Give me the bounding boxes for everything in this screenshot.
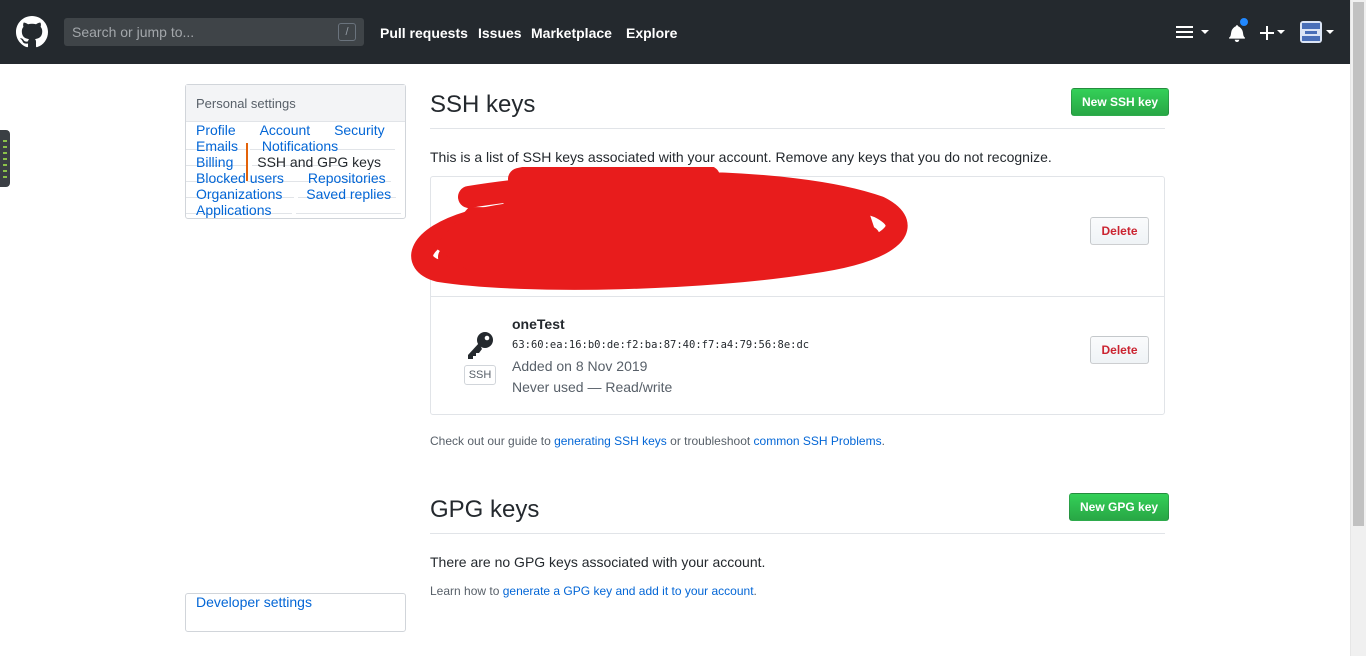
ssh-intro-text: This is a list of SSH keys associated wi… xyxy=(430,149,1052,165)
gpg-learn-text: Learn how to generate a GPG key and add … xyxy=(430,584,757,598)
key-usage: Never used — Read/write xyxy=(512,379,673,395)
ssh-key-list: Delete SSH oneTest 63:60:ea:16:b0:de:f2:… xyxy=(411,167,1165,415)
section-divider xyxy=(430,533,1165,534)
developer-settings-menu: Developer settings xyxy=(185,593,406,632)
top-header: Search or jump to... / Pull requests Iss… xyxy=(0,0,1350,64)
edge-widget[interactable] xyxy=(0,130,10,187)
key-added-date: Added on 8 Nov 2019 xyxy=(512,358,648,374)
learn-text: Learn how to xyxy=(430,584,503,598)
learn-text: . xyxy=(753,584,757,598)
settings-sidebar: Personal settings Profile Account Securi… xyxy=(185,84,406,219)
scrollbar-thumb[interactable] xyxy=(1353,2,1364,526)
no-gpg-keys-text: There are no GPG keys associated with yo… xyxy=(430,554,766,570)
nav-marketplace[interactable]: Marketplace xyxy=(531,25,612,41)
guide-text: Check out our guide to xyxy=(430,434,555,448)
sidebar-item-developer-settings[interactable]: Developer settings xyxy=(186,583,322,621)
key-fingerprint: 63:60:ea:16:b0:de:f2:ba:87:40:f7:a4:79:5… xyxy=(512,339,810,351)
chevron-down-icon xyxy=(1201,30,1209,34)
key-row-divider xyxy=(431,296,1164,297)
guide-text: . xyxy=(881,434,885,448)
guide-text: or troubleshoot xyxy=(666,434,754,448)
sidebar-item-saved-replies[interactable]: Saved replies xyxy=(296,175,402,214)
nav-explore[interactable]: Explore xyxy=(626,25,677,41)
chevron-down-icon xyxy=(1326,30,1334,34)
redaction-scribble xyxy=(411,167,908,290)
delete-key-button[interactable]: Delete xyxy=(1090,217,1149,245)
common-ssh-problems-link[interactable]: common SSH Problems xyxy=(754,434,882,448)
key-type-label: SSH xyxy=(464,365,496,385)
search-placeholder: Search or jump to... xyxy=(72,24,195,40)
generate-gpg-key-link[interactable]: generate a GPG key and add it to your ac… xyxy=(503,584,754,598)
page-scrollbar[interactable] xyxy=(1350,0,1366,656)
generating-ssh-keys-link[interactable]: generating SSH keys xyxy=(554,434,667,448)
nav-issues[interactable]: Issues xyxy=(478,25,522,41)
key-title: oneTest xyxy=(512,316,565,332)
plus-icon[interactable] xyxy=(1260,26,1274,40)
avatar-icon[interactable] xyxy=(1300,21,1322,43)
new-gpg-key-button[interactable]: New GPG key xyxy=(1069,493,1170,521)
section-divider xyxy=(430,128,1165,129)
sidebar-item-applications[interactable]: Applications xyxy=(186,191,282,229)
ssh-guide-text: Check out our guide to generating SSH ke… xyxy=(430,434,885,448)
chevron-down-icon xyxy=(1277,30,1285,34)
delete-key-button[interactable]: Delete xyxy=(1090,336,1149,364)
notification-indicator xyxy=(1239,17,1249,27)
search-shortcut-hint: / xyxy=(338,23,356,41)
hamburger-menu-icon[interactable] xyxy=(1176,26,1194,39)
key-icon xyxy=(468,332,493,359)
nav-pull-requests[interactable]: Pull requests xyxy=(380,25,468,41)
search-input[interactable]: Search or jump to... / xyxy=(64,18,364,46)
gpg-keys-title: GPG keys xyxy=(430,496,540,523)
new-ssh-key-button[interactable]: New SSH key xyxy=(1071,88,1170,116)
github-logo-icon[interactable] xyxy=(16,16,48,48)
ssh-keys-title: SSH keys xyxy=(430,91,536,118)
